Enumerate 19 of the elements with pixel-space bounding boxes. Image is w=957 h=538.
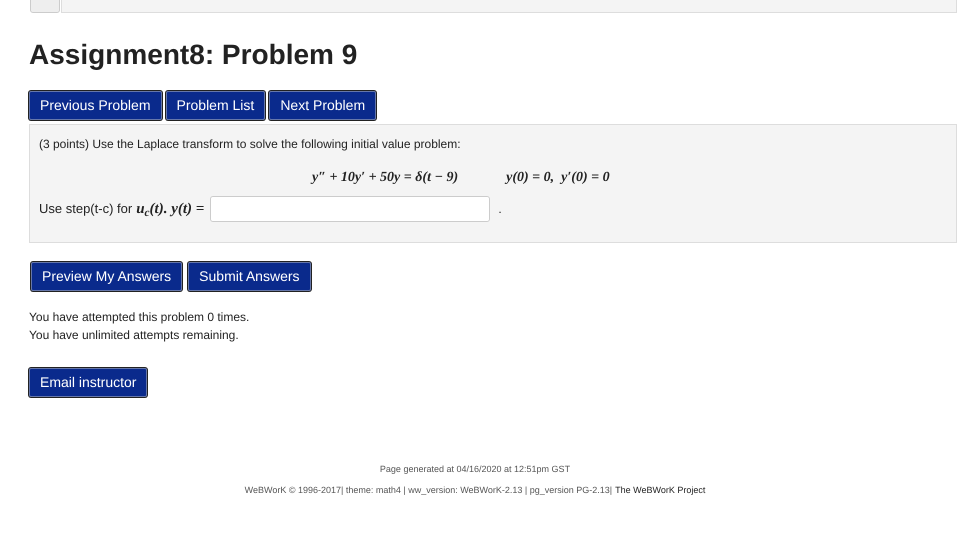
trailing-period: . — [498, 201, 502, 218]
answer-math: u$_{c}$(t). y(t) = — [136, 200, 204, 220]
answer-button[interactable]: Submit Answers — [188, 262, 311, 291]
nav-button[interactable]: Previous Problem — [29, 91, 162, 120]
attempts-message: You have unlimited attempts remaining. — [29, 327, 240, 344]
problem-statement: (3 points) Use the Laplace transform to solve the following initial value problem: — [39, 136, 462, 153]
equation: y″ + 10y′ + 50y = δ(t − 9) — [312, 169, 458, 187]
project-link[interactable]: The WeBWorK Project — [615, 484, 706, 497]
nav-button[interactable]: Problem List — [166, 91, 266, 120]
nav-button[interactable]: Next Problem — [269, 91, 376, 120]
email-button[interactable]: Email instructor — [29, 368, 148, 397]
attempts-message: You have attempted this problem 0 times. — [29, 309, 250, 326]
page-title: Assignment8: Problem 9 — [29, 38, 358, 72]
answer-button[interactable]: Preview My Answers — [31, 262, 182, 291]
answer-prompt: Use step(t-c) for — [39, 200, 132, 218]
initial-conditions: y(0) = 0, y′(0) = 0 — [506, 169, 610, 187]
footer-credits: WeBWorK © 1996-2017| theme: math4 | ww_version: WeBWorK-2.13 | pg_version PG-2.13| — [244, 484, 612, 497]
page-generated-text: Page generated at 04/16/2020 at 12:51pm GST — [380, 463, 570, 476]
answer-field[interactable] — [210, 196, 490, 222]
